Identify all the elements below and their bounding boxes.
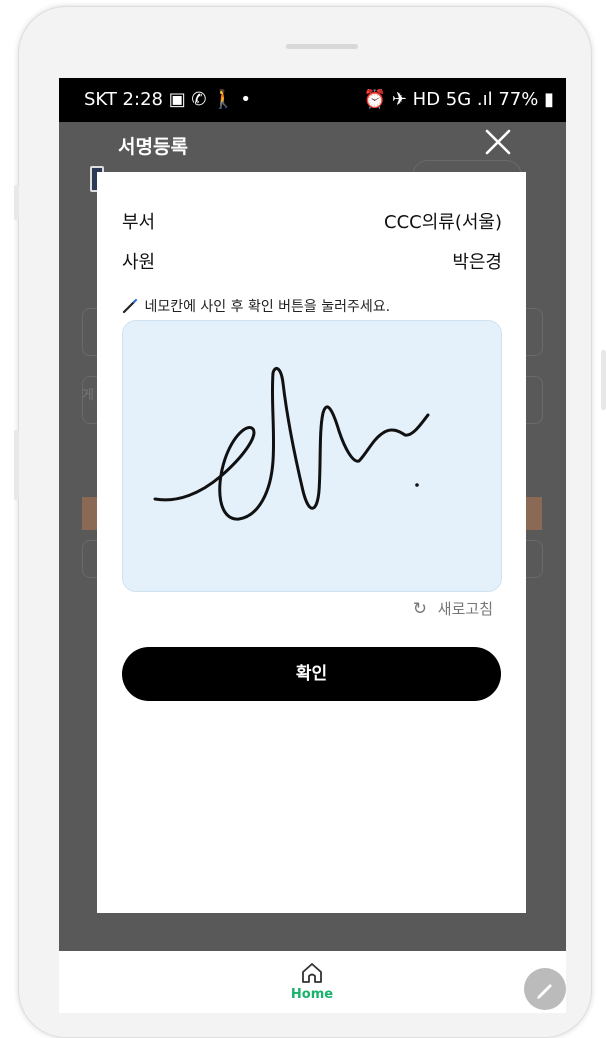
refresh-icon: ↻ (412, 599, 428, 619)
page-title: 서명등록 (118, 136, 188, 158)
home-label: Home (290, 987, 334, 1002)
speaker-grille (286, 44, 358, 49)
signature-hint-text: 네모칸에 사인 후 확인 버튼을 눌러주세요. (144, 299, 391, 315)
close-icon[interactable] (484, 128, 512, 162)
side-button (14, 185, 19, 220)
nav-home[interactable]: Home (287, 951, 337, 1002)
employee-label: 사원 (122, 252, 156, 273)
home-icon (287, 961, 337, 989)
refresh-button[interactable]: ↻ 새로고침 (413, 598, 493, 619)
confirm-button[interactable]: 확인 (122, 647, 501, 701)
employee-value: 박은경 (452, 252, 502, 273)
status-right: ⏰ ✈ HD 5G .ıl 77% ▮ (363, 89, 554, 110)
side-button (601, 350, 606, 410)
edit-fab[interactable] (524, 968, 566, 1010)
department-value: CCC의류(서울) (384, 212, 502, 233)
screen: SKT 2:28 ▣ ✆ 🚶 • ⏰ ✈ HD 5G .ıl 77% ▮ 서명등… (59, 78, 566, 1013)
signature-stroke (153, 366, 430, 521)
background-label: 게 (82, 388, 94, 403)
signature-pad[interactable] (122, 320, 502, 592)
department-label: 부서 (122, 212, 156, 233)
status-bar: SKT 2:28 ▣ ✆ 🚶 • ⏰ ✈ HD 5G .ıl 77% ▮ (59, 78, 566, 122)
employee-row: 사원 박은경 (122, 248, 502, 274)
signature-hint: 네모칸에 사인 후 확인 버튼을 눌러주세요. (122, 296, 390, 318)
department-row: 부서 CCC의류(서울) (122, 208, 502, 234)
side-button (14, 430, 19, 500)
refresh-label: 새로고침 (437, 600, 493, 618)
status-left: SKT 2:28 ▣ ✆ 🚶 • (84, 89, 251, 110)
signature-modal: 부서 CCC의류(서울) 사원 박은경 네모칸에 사인 후 확인 버튼을 눌러주… (97, 172, 526, 913)
pencil-icon (537, 984, 552, 999)
bottom-nav: Home (59, 951, 566, 1013)
pen-icon (122, 298, 140, 318)
